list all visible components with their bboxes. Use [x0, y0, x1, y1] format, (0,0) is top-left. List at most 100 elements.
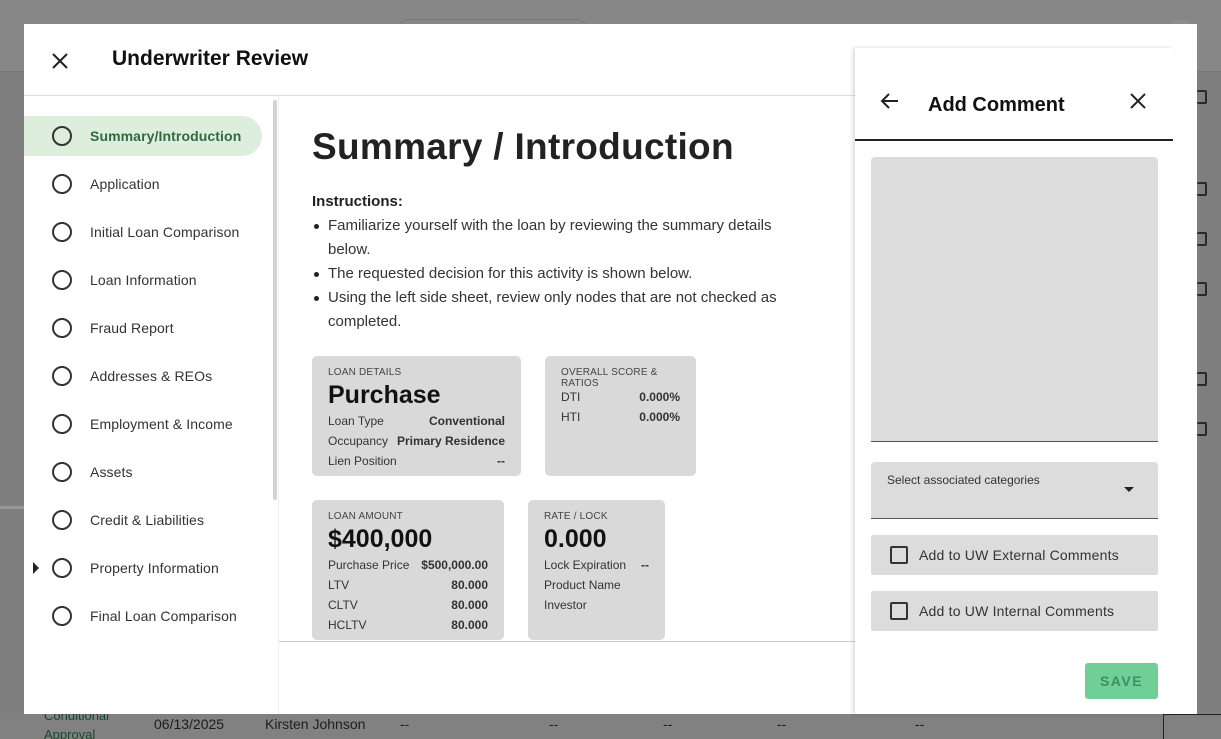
checkbox-icon[interactable]: [890, 602, 908, 620]
background-cell: --: [400, 716, 410, 732]
close-icon: [52, 53, 68, 69]
kv-value: Primary Residence: [396, 434, 505, 448]
instruction-item: Using the left side sheet, review only n…: [312, 286, 812, 334]
instructions-list: Familiarize yourself with the loan by re…: [312, 214, 812, 334]
nav-item-label: Property Information: [90, 560, 219, 576]
background-cell: --: [915, 716, 925, 732]
loan-purpose-value: Purchase: [328, 381, 441, 409]
status-circle-icon: [52, 222, 72, 242]
card-caption: LOAN AMOUNT: [328, 511, 403, 522]
nav-item-label: Credit & Liabilities: [90, 512, 205, 528]
nav-item-label: Addresses & REOs: [90, 368, 213, 384]
nav-item-addresses-reos[interactable]: Addresses & REOs: [24, 356, 262, 396]
nav-item-label: Application: [90, 176, 160, 192]
kv-label: LTV: [328, 578, 350, 592]
status-circle-icon: [52, 510, 72, 530]
external-comments-checkbox[interactable]: Add to UW External Comments: [871, 535, 1158, 575]
status-circle-icon: [52, 462, 72, 482]
background-right-icons: [1197, 72, 1221, 714]
checkbox-icon[interactable]: [890, 546, 908, 564]
kv-label: Product Name: [544, 578, 621, 592]
instruction-item: The requested decision for this activity…: [312, 262, 812, 286]
close-icon: [1130, 93, 1146, 109]
dropdown-arrow-icon: [1124, 487, 1134, 492]
kv-value: --: [641, 558, 649, 572]
kv-value: 80.000: [451, 578, 488, 592]
nav-item-application[interactable]: Application: [24, 164, 262, 204]
arrow-left-icon: [880, 93, 898, 109]
review-nav: Summary/Introduction Application Initial…: [24, 96, 279, 714]
back-button[interactable]: [879, 90, 901, 112]
background-icon: [1197, 90, 1207, 104]
status-circle-icon: [52, 174, 72, 194]
internal-comments-checkbox[interactable]: Add to UW Internal Comments: [871, 591, 1158, 631]
background-cell: --: [663, 716, 673, 732]
nav-item-final-loan-comparison[interactable]: Final Loan Comparison: [24, 596, 262, 636]
nav-item-fraud-report[interactable]: Fraud Report: [24, 308, 262, 348]
categories-select[interactable]: Select associated categories: [871, 462, 1158, 519]
nav-item-label: Employment & Income: [90, 416, 233, 432]
kv-value: $500,000.00: [421, 558, 488, 572]
background-icon: [1197, 182, 1207, 196]
close-button[interactable]: [46, 47, 74, 75]
nav-item-summary-introduction[interactable]: Summary/Introduction: [24, 116, 262, 156]
background-divider: [0, 506, 24, 509]
kv-label: DTI: [561, 390, 581, 404]
nav-item-credit-liabilities[interactable]: Credit & Liabilities: [24, 500, 262, 540]
kv-label: Lock Expiration: [544, 558, 627, 572]
status-circle-icon: [52, 366, 72, 386]
categories-placeholder: Select associated categories: [887, 473, 1040, 487]
background-name: Kirsten Johnson: [265, 716, 366, 732]
nav-item-label: Final Loan Comparison: [90, 608, 237, 624]
background-cell: --: [549, 716, 559, 732]
background-table-row: 06/13/2025 Kirsten Johnson -- -- -- -- -…: [0, 714, 1221, 739]
nav-item-label: Initial Loan Comparison: [90, 224, 240, 240]
nav-scrollbar[interactable]: [273, 100, 277, 500]
save-button[interactable]: SAVE: [1085, 663, 1158, 699]
kv-label: Purchase Price: [328, 558, 410, 572]
nav-item-assets[interactable]: Assets: [24, 452, 262, 492]
background-icon: [1197, 372, 1207, 386]
expand-caret-icon[interactable]: [33, 562, 39, 574]
status-circle-icon: [52, 558, 72, 578]
score-ratios-card: OVERALL SCORE & RATIOS DTI 0.000% HTI 0.…: [545, 356, 696, 476]
summary-content: Summary / Introduction Instructions: Fam…: [279, 96, 879, 642]
page-title: Summary / Introduction: [312, 126, 734, 167]
status-circle-icon: [52, 414, 72, 434]
instruction-item: Familiarize yourself with the loan by re…: [312, 214, 812, 262]
background-icon: [1197, 282, 1207, 296]
nav-item-loan-information[interactable]: Loan Information: [24, 260, 262, 300]
status-circle-icon: [52, 606, 72, 626]
checkbox-label: Add to UW External Comments: [919, 547, 1119, 563]
nav-item-initial-loan-comparison[interactable]: Initial Loan Comparison: [24, 212, 262, 252]
modal-header: Underwriter Review: [24, 24, 879, 96]
card-caption: RATE / LOCK: [544, 511, 608, 522]
nav-item-label: Loan Information: [90, 272, 197, 288]
kv-value: --: [497, 454, 505, 468]
background-icon: [1197, 232, 1207, 246]
kv-label: CLTV: [328, 598, 358, 612]
close-comment-button[interactable]: [1127, 90, 1149, 112]
card-caption: LOAN DETAILS: [328, 367, 402, 378]
comment-panel-title: Add Comment: [928, 94, 1065, 116]
kv-value: Conventional: [428, 414, 505, 428]
background-cell: --: [777, 716, 787, 732]
nav-item-employment-income[interactable]: Employment & Income: [24, 404, 262, 444]
checkbox-label: Add to UW Internal Comments: [919, 603, 1115, 619]
background-icon: [1197, 422, 1207, 436]
kv-value: 0.000%: [639, 390, 680, 404]
loan-amount-card: LOAN AMOUNT $400,000 Purchase Price $500…: [312, 500, 504, 640]
background-box: [1163, 714, 1221, 739]
comment-textarea[interactable]: [871, 157, 1158, 442]
background-date: 06/13/2025: [154, 716, 225, 732]
modal-title: Underwriter Review: [112, 47, 309, 70]
nav-item-label: Fraud Report: [90, 320, 174, 336]
rate-value: 0.000: [544, 525, 607, 553]
kv-label: HCLTV: [328, 618, 367, 632]
kv-value: 80.000: [451, 618, 488, 632]
kv-label: Loan Type: [328, 414, 384, 428]
nav-item-property-information[interactable]: Property Information: [24, 548, 262, 588]
status-circle-icon: [52, 318, 72, 338]
rate-lock-card: RATE / LOCK 0.000 Lock Expiration -- Pro…: [528, 500, 665, 640]
comment-panel-header: Add Comment: [855, 48, 1173, 141]
